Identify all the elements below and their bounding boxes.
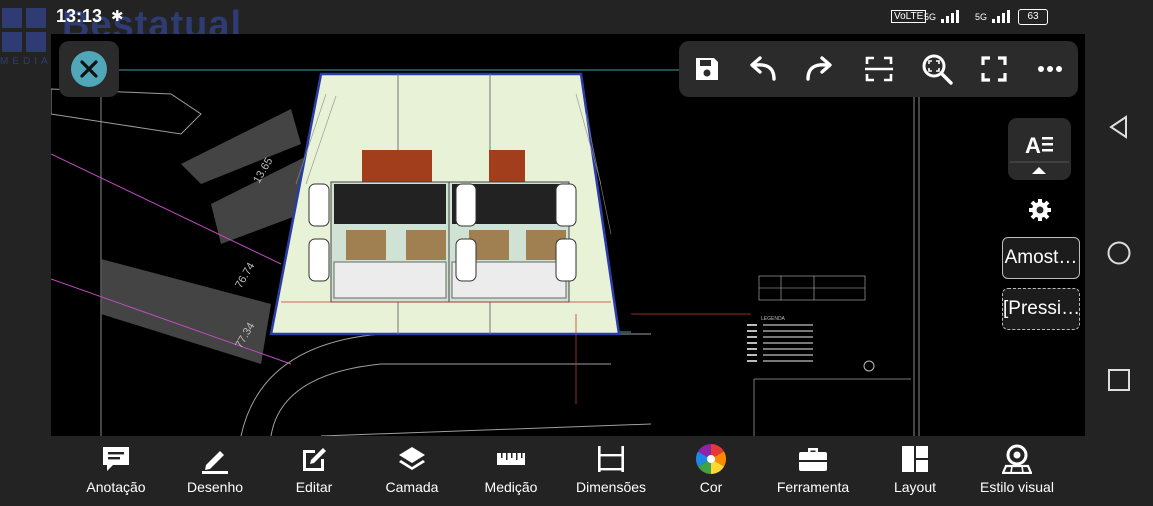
zoom-fit-icon xyxy=(922,54,953,85)
close-button[interactable] xyxy=(59,41,119,97)
annotation-icon xyxy=(103,447,129,471)
fullscreen-icon xyxy=(981,56,1007,82)
battery-indicator: 63 xyxy=(1018,9,1048,25)
close-icon xyxy=(71,51,107,87)
save-icon xyxy=(696,58,718,80)
signal-5g-1: 5G xyxy=(924,9,961,23)
gear-icon xyxy=(1029,199,1051,221)
tool-layout-label: Layout xyxy=(893,479,937,495)
layout-icon xyxy=(902,446,928,472)
pencil-icon xyxy=(202,451,228,474)
dimension-label-2: 76.74 xyxy=(233,261,257,291)
tool-color[interactable]: Cor xyxy=(656,436,766,506)
ruler-icon xyxy=(497,453,525,465)
text-style-button[interactable]: A xyxy=(1008,118,1071,180)
tool-edit-label: Editar xyxy=(295,479,333,495)
signal-5g-2: 5G xyxy=(975,9,1012,23)
signal-label-2: 5G xyxy=(975,12,988,22)
top-toolbar xyxy=(679,41,1078,97)
settings-button[interactable] xyxy=(1027,197,1053,223)
zoom-fit-button[interactable] xyxy=(917,49,957,89)
more-icon xyxy=(1038,66,1062,72)
text-style-icon: A xyxy=(1010,133,1069,174)
tool-annotation-label: Anotação xyxy=(86,479,146,495)
nav-recents-button[interactable] xyxy=(1106,367,1132,398)
bluetooth-icon: ✱ xyxy=(111,8,124,25)
svg-text:A: A xyxy=(1025,133,1041,158)
tool-dimensions-label: Dimensões xyxy=(575,479,647,495)
edit-icon xyxy=(303,448,326,471)
save-button[interactable] xyxy=(687,49,727,89)
select-region-button[interactable] xyxy=(859,49,899,89)
recents-icon xyxy=(1108,369,1130,391)
press-chip[interactable]: [Pressi… xyxy=(1002,288,1080,330)
layers-icon xyxy=(399,447,425,470)
tool-dimensions[interactable]: Dimensões xyxy=(556,436,666,506)
dimension-icon xyxy=(598,446,624,472)
toolbox-icon xyxy=(799,448,827,471)
tool-color-label: Cor xyxy=(699,479,723,495)
tool-annotation[interactable]: Anotação xyxy=(61,436,171,506)
tool-measure[interactable]: Medição xyxy=(456,436,566,506)
back-icon xyxy=(1109,115,1127,139)
select-region-icon xyxy=(865,56,893,82)
undo-icon xyxy=(750,56,776,81)
tool-edit[interactable]: Editar xyxy=(259,436,369,506)
tool-visual-style[interactable]: Estilo visual xyxy=(962,436,1072,506)
home-icon xyxy=(1107,241,1131,265)
tool-toolbox-label: Ferramenta xyxy=(776,479,850,495)
undo-button[interactable] xyxy=(743,49,783,89)
fullscreen-button[interactable] xyxy=(974,49,1014,89)
nav-back-button[interactable] xyxy=(1106,114,1132,145)
tool-layer[interactable]: Camada xyxy=(357,436,467,506)
legend-title: LEGENDA xyxy=(761,316,786,322)
clock: 13:13 xyxy=(56,6,103,26)
watermark-logo-icon xyxy=(2,8,46,52)
tool-drawing-label: Desenho xyxy=(186,479,244,495)
tool-drawing[interactable]: Desenho xyxy=(160,436,270,506)
bottom-toolbar: Anotação Desenho Editar Camada Medição D… xyxy=(0,436,1090,506)
sample-chip[interactable]: Amost… xyxy=(1002,237,1080,279)
signal-bars-icon xyxy=(991,10,1010,23)
tool-layout[interactable]: Layout xyxy=(860,436,970,506)
tool-measure-label: Medição xyxy=(484,479,538,495)
redo-button[interactable] xyxy=(799,49,839,89)
signal-label-1: 5G xyxy=(924,12,937,22)
volte-badge: VoLTE xyxy=(891,10,927,23)
visual-style-icon xyxy=(1002,444,1032,474)
redo-icon xyxy=(806,56,832,81)
signal-bars-icon xyxy=(940,10,959,23)
tool-toolbox[interactable]: Ferramenta xyxy=(758,436,868,506)
nav-home-button[interactable] xyxy=(1106,240,1132,271)
color-wheel-icon xyxy=(696,444,726,474)
status-bar: Bestatual MEDIAÇÃO IMOBILIÁRIA 13:13 ✱ V… xyxy=(0,0,1153,67)
tool-visual-style-label: Estilo visual xyxy=(980,479,1054,495)
more-button[interactable] xyxy=(1030,49,1070,89)
tool-layer-label: Camada xyxy=(385,479,439,495)
